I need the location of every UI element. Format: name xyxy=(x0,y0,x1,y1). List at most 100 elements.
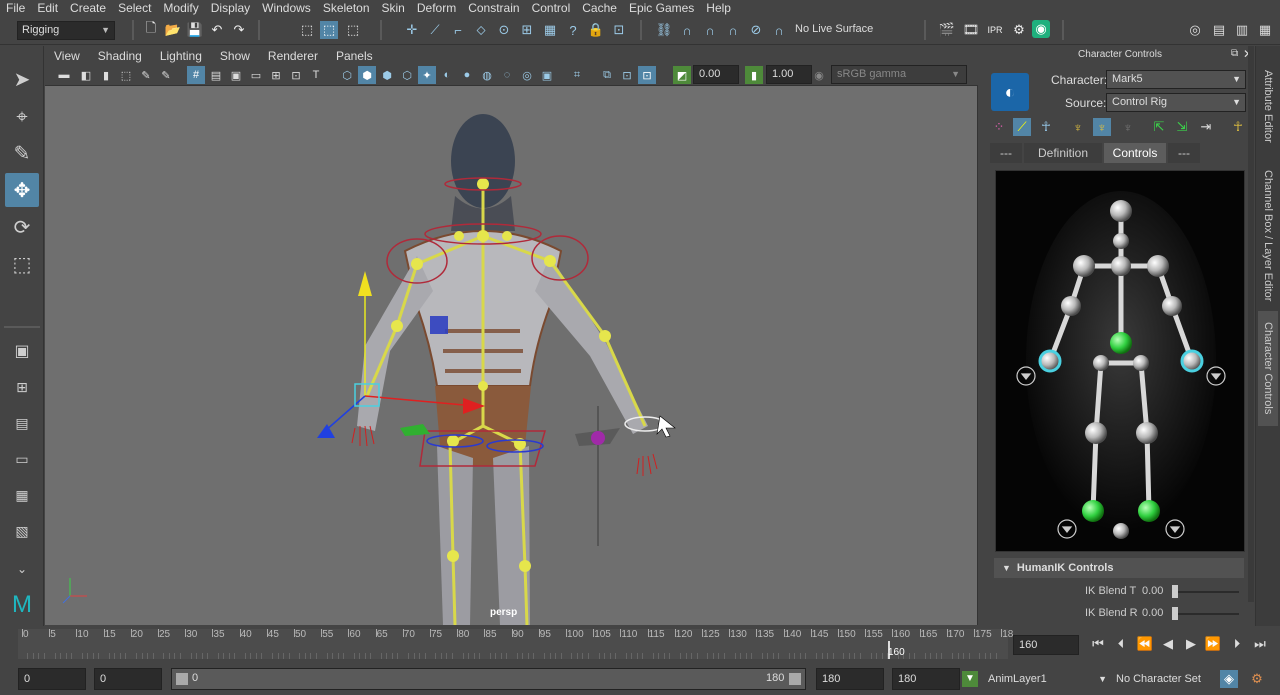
pin-translate-icon[interactable]: ⇱ xyxy=(1150,118,1168,136)
input-ops-icon[interactable]: ▦ xyxy=(541,21,559,39)
symmetry-icon[interactable]: ∩ xyxy=(724,21,742,39)
camera-attributes-icon[interactable]: ◧ xyxy=(77,66,95,84)
construction-history-icon[interactable]: ⛓ xyxy=(655,21,673,39)
auto-key-icon[interactable]: ◈ xyxy=(1220,670,1238,688)
reflection-icon[interactable]: ⊘ xyxy=(747,21,765,39)
snap-curve-icon[interactable]: ⟋ xyxy=(426,21,444,39)
live-surface-status[interactable]: No Live Surface xyxy=(795,23,873,35)
manipulator-z-handle[interactable] xyxy=(317,424,335,438)
manipulator-y-handle[interactable] xyxy=(358,271,372,296)
time-slider-track[interactable]: 0 5 10 15 20 25 30 35 40 45 50 55 60 65 70 75 80 85 90 95 10… xyxy=(18,629,1013,659)
play-forwards-icon[interactable]: ▶ xyxy=(1182,635,1200,653)
effector-chest[interactable] xyxy=(1111,256,1131,276)
viewport-scene[interactable]: persp xyxy=(45,86,978,625)
tab-dashes-left[interactable]: --- xyxy=(990,143,1022,163)
render-settings-icon[interactable]: ⚙ xyxy=(1010,21,1028,39)
tool-settings-toggle-icon[interactable]: ▥ xyxy=(1233,21,1251,39)
time-slider[interactable]: 0 5 10 15 20 25 30 35 40 45 50 55 60 65 70 75 80 85 90 95 10… xyxy=(0,626,1280,662)
hypershade-layout-icon[interactable]: ▧ xyxy=(5,514,39,548)
tab-dashes-right[interactable]: --- xyxy=(1168,143,1200,163)
resolution-gate-icon[interactable]: ▣ xyxy=(227,66,245,84)
effector-head[interactable] xyxy=(1110,200,1132,222)
animation-start-field[interactable]: 0 xyxy=(18,668,86,690)
tab-controls[interactable]: Controls xyxy=(1104,143,1166,163)
image-plane-icon[interactable]: ⬚ xyxy=(117,66,135,84)
ik-blend-t-slider-handle[interactable] xyxy=(1172,585,1178,598)
exposure-field[interactable]: 0.00 xyxy=(693,65,739,84)
character-dropdown[interactable]: Mark5 ▼ xyxy=(1106,70,1246,89)
panel-menu-shading[interactable]: Shading xyxy=(89,49,151,63)
snap-point-icon[interactable]: ⌐ xyxy=(449,21,467,39)
outliner-layout-icon[interactable]: ▤ xyxy=(5,406,39,440)
effector-right-wrist[interactable] xyxy=(1180,349,1204,373)
tab-channel-box[interactable]: Channel Box / Layer Editor xyxy=(1258,161,1278,311)
anim-layer-dropdown[interactable]: AnimLayer1 ▼ xyxy=(985,668,1109,690)
manipulator-plane-yz[interactable] xyxy=(430,316,448,334)
select-component-icon[interactable]: ⬚ xyxy=(344,21,362,39)
channel-box-toggle-icon[interactable]: ▦ xyxy=(1256,21,1274,39)
menu-epic-games[interactable]: Epic Games xyxy=(623,0,700,16)
effector-reference[interactable] xyxy=(1113,523,1129,539)
range-slider[interactable]: 0 180 xyxy=(171,668,806,690)
ipr-render-icon[interactable]: IPR xyxy=(986,21,1004,39)
scale-tool-icon[interactable]: ⬚ xyxy=(5,247,39,281)
undo-icon[interactable]: ↶ xyxy=(208,21,226,39)
attribute-editor-toggle-icon[interactable]: ▤ xyxy=(1210,21,1228,39)
float-panel-icon[interactable]: ⧉ xyxy=(1231,48,1238,59)
exposure-icon[interactable]: ◩ xyxy=(673,66,691,84)
wireframe-on-shaded-icon[interactable]: ⬢ xyxy=(378,66,396,84)
effector-right-elbow[interactable] xyxy=(1162,296,1182,316)
character-picker-view[interactable] xyxy=(995,170,1245,552)
panel-menu-show[interactable]: Show xyxy=(211,49,259,63)
help-question-icon[interactable]: ? xyxy=(564,21,582,39)
range-slider-end-handle[interactable] xyxy=(789,673,801,685)
open-scene-icon[interactable]: 📂 xyxy=(164,21,182,39)
menu-modify[interactable]: Modify xyxy=(157,0,204,16)
save-scene-icon[interactable]: 💾 xyxy=(186,21,204,39)
step-back-frame-icon[interactable]: ⏴ xyxy=(1112,635,1130,653)
menu-deform[interactable]: Deform xyxy=(411,0,462,16)
humanik-menu-icon[interactable]: ◐ xyxy=(991,73,1029,111)
multisample-aa-icon[interactable]: ◌ xyxy=(498,66,516,84)
ik-blend-r-slider-track[interactable] xyxy=(1175,613,1239,615)
menu-file[interactable]: File xyxy=(0,0,31,16)
gamma-field[interactable]: 1.00 xyxy=(766,65,812,84)
xray-icon[interactable]: ⌗ xyxy=(568,66,586,84)
menu-windows[interactable]: Windows xyxy=(256,0,317,16)
character-mesh[interactable] xyxy=(357,114,648,625)
magnet-icon[interactable]: ∩ xyxy=(678,21,696,39)
current-frame-field[interactable]: 160 xyxy=(1013,635,1079,655)
animation-end-field[interactable]: 180 xyxy=(892,668,960,690)
effector-right-shoulder[interactable] xyxy=(1147,255,1169,277)
panel-menu-lighting[interactable]: Lighting xyxy=(151,49,211,63)
textured-icon[interactable]: ⬡ xyxy=(398,66,416,84)
camera-select-icon[interactable]: ▬ xyxy=(55,66,73,84)
redo-icon[interactable]: ↷ xyxy=(230,21,248,39)
panel-scrollbar[interactable] xyxy=(1248,46,1254,602)
output-ops-icon[interactable]: ⊡ xyxy=(610,21,628,39)
pin-all-icon[interactable]: ⇥ xyxy=(1197,118,1215,136)
go-to-end-icon[interactable]: ⏭ xyxy=(1251,635,1269,653)
panel-menu-view[interactable]: View xyxy=(45,49,89,63)
menu-set-dropdown[interactable]: Rigging ▼ xyxy=(17,21,115,40)
hypershade-icon[interactable]: ◉ xyxy=(1032,20,1050,38)
screen-space-ao-icon[interactable]: ● xyxy=(458,66,476,84)
full-body-icon[interactable]: ☥ xyxy=(1037,118,1055,136)
tab-attribute-editor[interactable]: Attribute Editor xyxy=(1258,56,1278,156)
live-object-icon[interactable]: ∩ xyxy=(770,21,788,39)
soft-select-icon[interactable]: ∩ xyxy=(701,21,719,39)
panel-menu-panels[interactable]: Panels xyxy=(327,49,382,63)
single-perspective-view-icon[interactable]: ▣ xyxy=(5,334,39,368)
xray-components-icon[interactable]: ⊡ xyxy=(618,66,636,84)
effector-left-elbow[interactable] xyxy=(1061,296,1081,316)
step-forward-key-icon[interactable]: ⏩ xyxy=(1204,635,1222,653)
bookmark-icon[interactable]: ▮ xyxy=(97,66,115,84)
panel-menu-renderer[interactable]: Renderer xyxy=(259,49,327,63)
grid-icon[interactable]: # xyxy=(187,66,205,84)
lock-icon[interactable]: 🔒 xyxy=(587,21,605,39)
effector-right-ankle[interactable] xyxy=(1138,500,1160,522)
new-scene-icon[interactable]: 🗋 xyxy=(142,20,160,39)
humanik-controls-section[interactable]: ▼ HumanIK Controls xyxy=(994,558,1244,578)
view-transform-dropdown[interactable]: sRGB gamma ▼ xyxy=(831,65,967,84)
playback-end-field[interactable]: 180 xyxy=(816,668,884,690)
